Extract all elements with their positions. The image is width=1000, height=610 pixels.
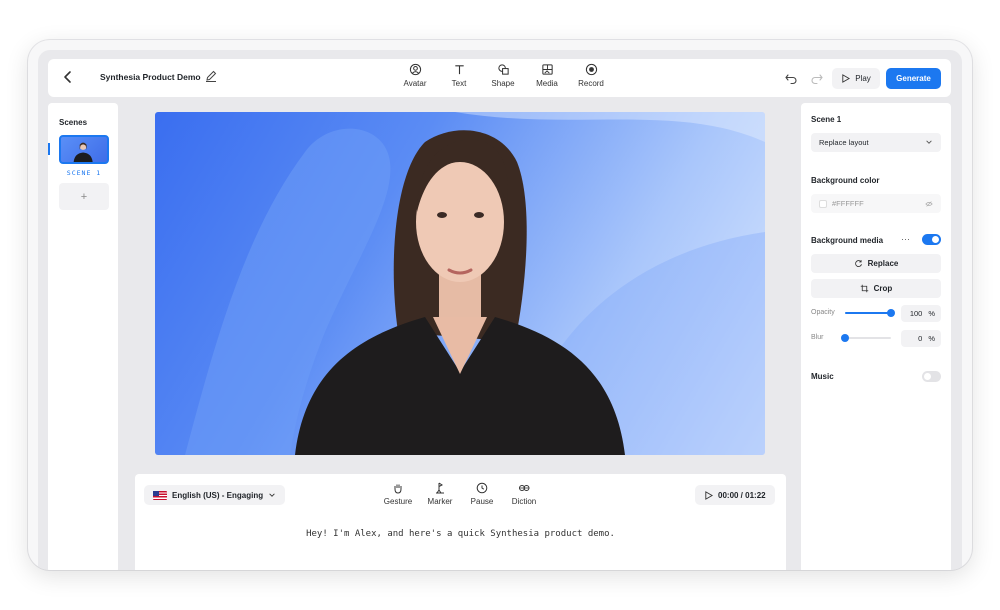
- tool-label: Avatar: [403, 79, 427, 88]
- undo-icon[interactable]: [784, 71, 798, 85]
- opacity-slider[interactable]: [845, 309, 895, 317]
- slider-thumb[interactable]: [841, 334, 849, 342]
- script-text-input[interactable]: Hey! I'm Alex, and here's a quick Synthe…: [135, 529, 786, 539]
- scene-thumbnail[interactable]: [59, 135, 109, 164]
- color-swatch: [819, 199, 827, 208]
- chevron-down-icon: [269, 493, 275, 497]
- percent-unit: %: [928, 334, 935, 343]
- tool-record[interactable]: Record: [576, 63, 606, 88]
- language-label: English (US) - Engaging: [172, 490, 264, 500]
- play-icon: [705, 490, 713, 500]
- opacity-input[interactable]: 100 %: [901, 305, 941, 322]
- generate-button[interactable]: Generate: [886, 68, 941, 89]
- bg-media-toggle[interactable]: [922, 234, 941, 245]
- tool-avatar[interactable]: Avatar: [400, 63, 430, 88]
- bg-media-title: Background media: [811, 236, 884, 245]
- tool-diction[interactable]: Diction: [509, 482, 539, 506]
- opacity-value: 100: [909, 309, 923, 318]
- back-chevron-icon[interactable]: [60, 69, 78, 87]
- bg-color-title: Background color: [811, 176, 880, 185]
- tool-label: Text: [451, 79, 467, 88]
- script-toolbar: Gesture Marker Pause Diction: [383, 482, 539, 506]
- toggle-knob: [932, 236, 939, 243]
- tool-shape[interactable]: Shape: [488, 63, 518, 88]
- tool-label: Shape: [491, 79, 515, 88]
- crop-button[interactable]: Crop: [811, 279, 941, 298]
- bg-color-field[interactable]: #FFFFFF: [811, 194, 941, 213]
- blur-label: Blur: [811, 334, 824, 341]
- blur-value: 0: [918, 334, 923, 343]
- avatar-thumbnail: [73, 142, 93, 162]
- redo-icon[interactable]: [810, 71, 824, 85]
- scene-label: SCENE 1: [66, 169, 102, 177]
- layout-select-label: Replace layout: [819, 138, 869, 147]
- tool-label: Diction: [511, 497, 537, 506]
- language-select[interactable]: English (US) - Engaging: [144, 485, 286, 505]
- blur-input[interactable]: 0 %: [901, 330, 941, 347]
- blur-slider[interactable]: [841, 334, 891, 342]
- tool-pause[interactable]: Pause: [467, 482, 497, 506]
- layout-select[interactable]: Replace layout: [811, 133, 941, 152]
- avatar-icon: [409, 63, 421, 76]
- slider-fill: [845, 312, 891, 314]
- add-scene-button[interactable]: +: [59, 183, 109, 210]
- crop-label: Crop: [873, 284, 893, 293]
- replace-button[interactable]: Replace: [811, 254, 941, 273]
- project-title[interactable]: Synthesia Product Demo: [100, 72, 201, 82]
- tool-label: Gesture: [383, 497, 413, 506]
- music-toggle[interactable]: [922, 371, 941, 382]
- pencil-edit-icon[interactable]: [204, 69, 218, 83]
- text-icon: [454, 65, 464, 75]
- bg-color-value: #FFFFFF: [832, 199, 864, 208]
- slider-thumb[interactable]: [887, 309, 895, 317]
- music-title: Music: [811, 372, 834, 381]
- pause-clock-icon: [476, 482, 488, 494]
- tool-marker[interactable]: Marker: [425, 482, 455, 506]
- scenes-title: Scenes: [59, 118, 88, 127]
- opacity-label: Opacity: [811, 309, 835, 316]
- script-panel: English (US) - Engaging Gesture Marker P…: [135, 474, 786, 570]
- play-label: Play: [855, 74, 871, 83]
- tool-label: Pause: [470, 497, 494, 506]
- top-bar: Synthesia Product Demo Avatar Text Shape…: [48, 59, 951, 97]
- tool-text[interactable]: Text: [444, 63, 474, 88]
- play-icon: [842, 74, 851, 83]
- video-canvas[interactable]: [155, 112, 765, 455]
- background-highlight: [455, 112, 765, 142]
- eye-hidden-icon: [925, 200, 933, 207]
- media-icon: [541, 64, 553, 75]
- play-button[interactable]: Play: [832, 68, 880, 89]
- properties-panel: Scene 1 Replace layout Background color …: [801, 103, 951, 570]
- chevron-down-icon: [926, 140, 932, 144]
- percent-unit: %: [928, 309, 935, 318]
- scenes-sidebar: Scenes SCENE 1 +: [48, 103, 118, 570]
- canvas-artwork: [185, 112, 765, 455]
- refresh-icon: [854, 260, 862, 267]
- record-icon: [585, 63, 597, 76]
- insert-toolbar: Avatar Text Shape Media Record: [400, 63, 606, 88]
- shape-icon: [497, 64, 509, 75]
- device-frame: Synthesia Product Demo Avatar Text Shape…: [28, 40, 972, 570]
- toggle-knob: [924, 373, 931, 380]
- replace-label: Replace: [867, 259, 899, 268]
- app-window: Synthesia Product Demo Avatar Text Shape…: [38, 50, 962, 570]
- crop-icon: [860, 284, 868, 293]
- diction-icon: [519, 485, 530, 491]
- tool-label: Marker: [427, 497, 453, 506]
- active-scene-marker: [48, 143, 50, 155]
- tool-media[interactable]: Media: [532, 63, 562, 88]
- tool-label: Record: [578, 79, 604, 88]
- us-flag-icon: [153, 490, 167, 500]
- tool-gesture[interactable]: Gesture: [383, 482, 413, 506]
- gesture-icon: [394, 484, 402, 494]
- tool-label: Media: [536, 79, 558, 88]
- scene-title: Scene 1: [811, 115, 842, 124]
- more-options-icon[interactable]: ···: [901, 234, 910, 244]
- marker-icon: [436, 482, 444, 494]
- timer-label: 00:00 / 01:22: [718, 490, 766, 500]
- preview-timer-button[interactable]: 00:00 / 01:22: [695, 485, 775, 505]
